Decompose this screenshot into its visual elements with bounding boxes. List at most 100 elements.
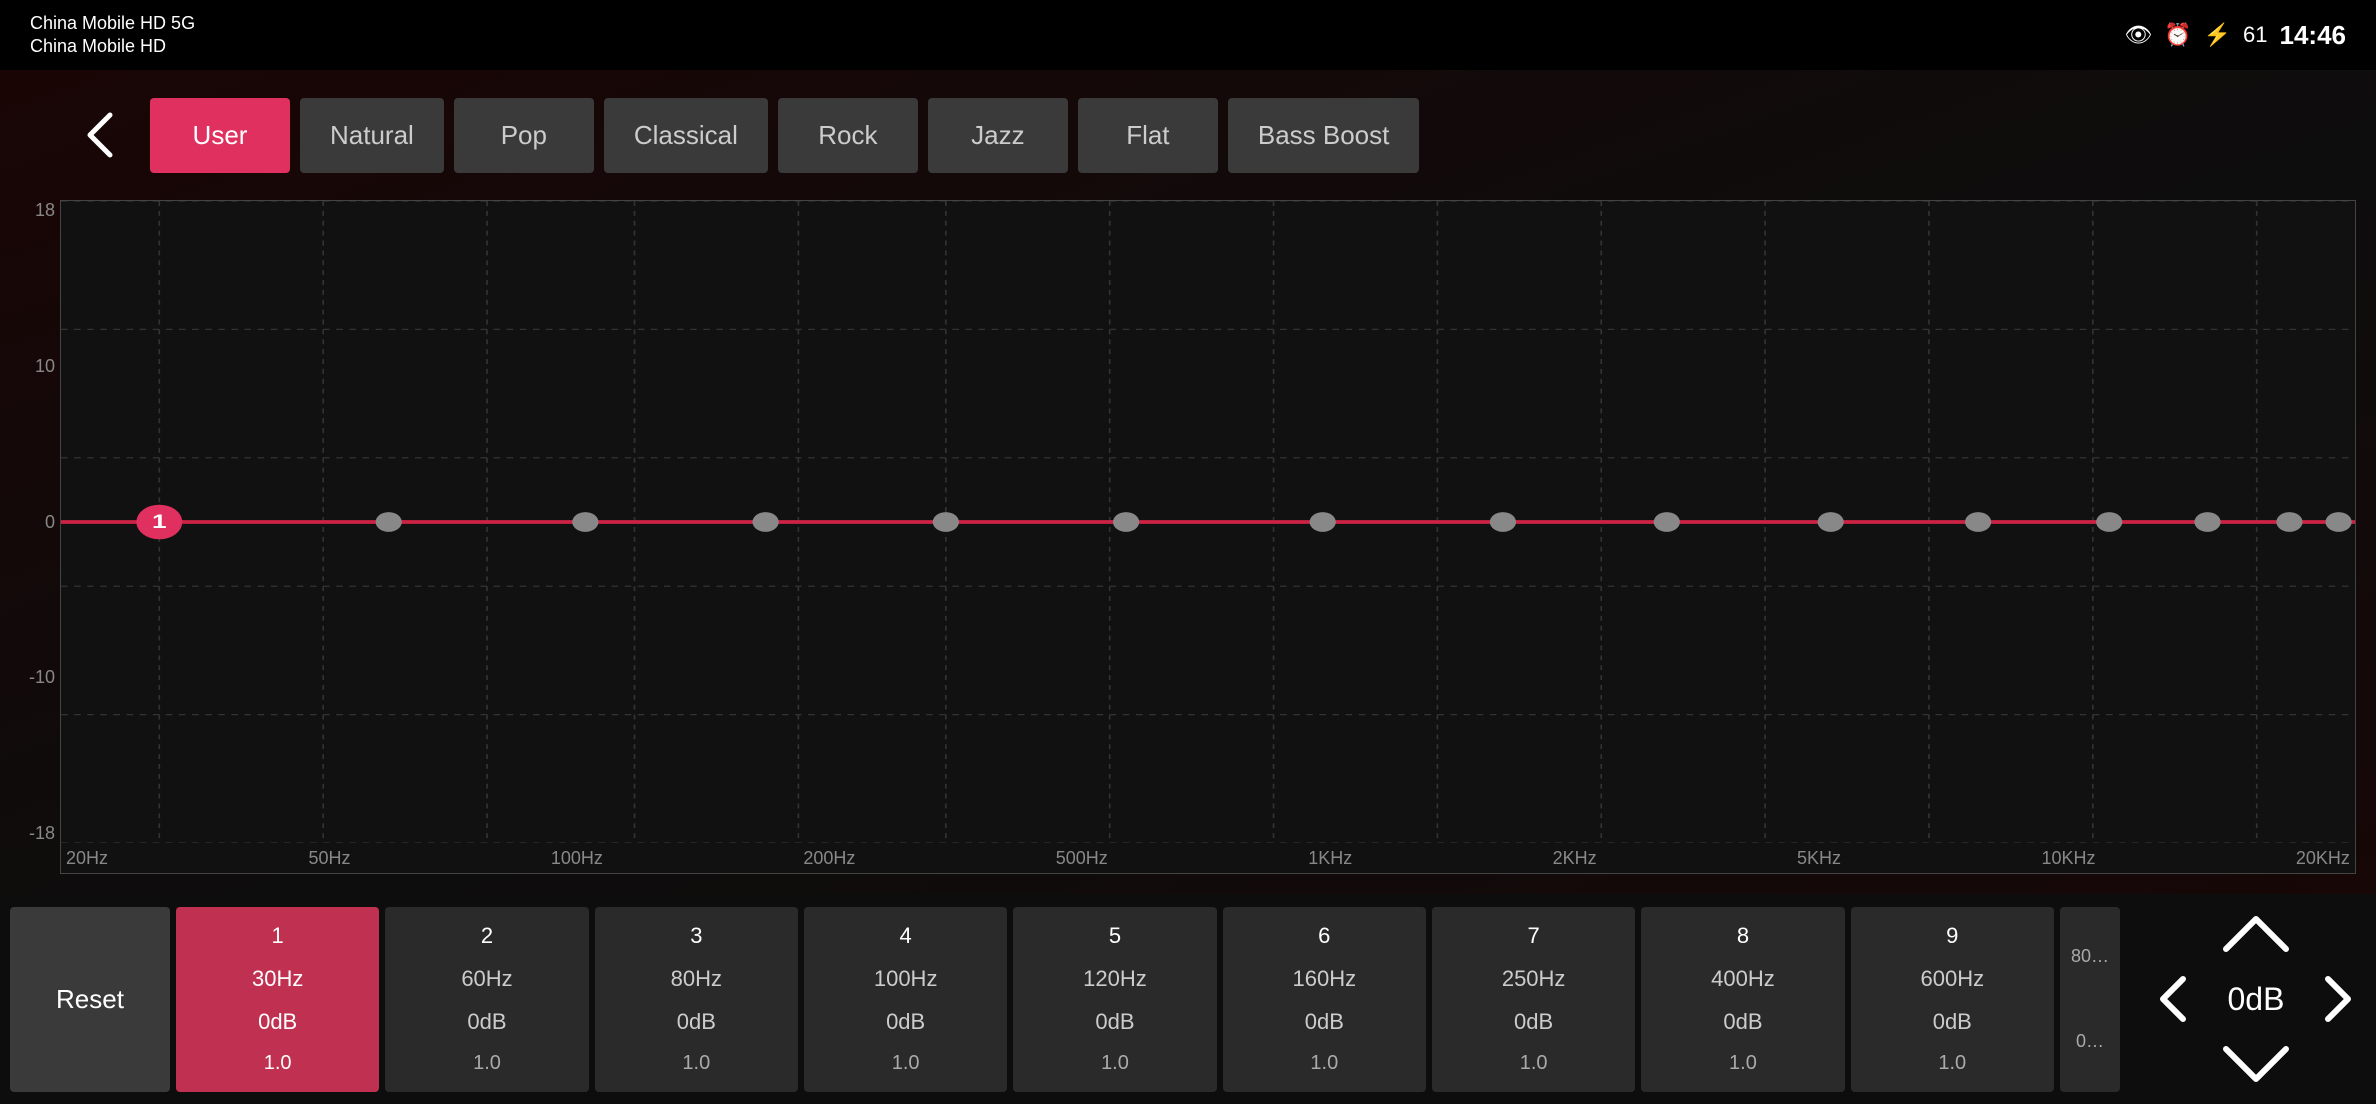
adj-middle-row: 0dB <box>2146 972 2366 1027</box>
y-label-18: 18 <box>10 200 55 221</box>
eye-icon: 👁 <box>2124 22 2152 48</box>
band-cell-8[interactable]: 8 400Hz 0dB 1.0 <box>1641 907 1844 1092</box>
y-label-0: 0 <box>10 512 55 533</box>
band-cell-7[interactable]: 7 250Hz 0dB 1.0 <box>1432 907 1635 1092</box>
x-label-500hz: 500Hz <box>1056 848 1108 869</box>
band-6-num: 6 <box>1318 923 1330 949</box>
preset-tab-natural[interactable]: Natural <box>300 98 444 173</box>
band-4-q: 1.0 <box>892 1052 920 1075</box>
eq-dot-12[interactable] <box>2096 512 2122 532</box>
preset-row: User Natural Pop Classical Rock Jazz Fla… <box>60 90 2356 180</box>
reset-button[interactable]: Reset <box>10 907 170 1092</box>
status-time: 14:46 <box>2280 20 2347 51</box>
band-6-freq: 160Hz <box>1293 966 1357 992</box>
band-2-q: 1.0 <box>473 1052 501 1075</box>
carrier1: China Mobile HD 5G <box>30 12 195 35</box>
x-label-20hz: 20Hz <box>66 848 108 869</box>
x-axis-labels: 20Hz 50Hz 100Hz 200Hz 500Hz 1KHz 2KHz 5K… <box>61 843 2355 873</box>
band-9-freq: 600Hz <box>1920 966 1984 992</box>
eq-dot-13[interactable] <box>2194 512 2220 532</box>
x-label-2khz: 2KHz <box>1553 848 1597 869</box>
eq-dot-7[interactable] <box>1310 512 1336 532</box>
y-label-n10: -10 <box>10 667 55 688</box>
eq-dot-5[interactable] <box>933 512 959 532</box>
preset-tab-jazz[interactable]: Jazz <box>928 98 1068 173</box>
band-4-num: 4 <box>900 923 912 949</box>
x-label-100hz: 100Hz <box>551 848 603 869</box>
eq-chart[interactable]: 1 20Hz 50Hz 100Hz 2 <box>60 200 2356 874</box>
y-label-10: 10 <box>10 356 55 377</box>
preset-tab-bassboost[interactable]: Bass Boost <box>1228 98 1420 173</box>
eq-dot-10[interactable] <box>1818 512 1844 532</box>
band-cell-4[interactable]: 4 100Hz 0dB 1.0 <box>804 907 1007 1092</box>
x-label-1khz: 1KHz <box>1308 848 1352 869</box>
eq-dot-2[interactable] <box>376 512 402 532</box>
band-5-q: 1.0 <box>1101 1052 1129 1075</box>
x-label-10khz: 10KHz <box>2041 848 2095 869</box>
eq-dot-3[interactable] <box>572 512 598 532</box>
back-button[interactable] <box>60 100 140 170</box>
band-8-db: 0dB <box>1723 1009 1762 1035</box>
preset-tab-pop[interactable]: Pop <box>454 98 594 173</box>
value-adjuster: 0dB <box>2146 907 2366 1092</box>
eq-dot-11[interactable] <box>1965 512 1991 532</box>
band-7-q: 1.0 <box>1520 1052 1548 1075</box>
status-right: 👁 ⏰ ⚡ 61 14:46 <box>2124 20 2346 51</box>
band-9-num: 9 <box>1946 923 1958 949</box>
band-1-q: 1.0 <box>264 1052 292 1075</box>
app-container: User Natural Pop Classical Rock Jazz Fla… <box>0 70 2376 1104</box>
x-label-5khz: 5KHz <box>1797 848 1841 869</box>
band-3-num: 3 <box>690 923 702 949</box>
band-1-freq: 30Hz <box>252 966 303 992</box>
band-3-db: 0dB <box>677 1009 716 1035</box>
carrier2: China Mobile HD <box>30 35 195 58</box>
eq-dot-8[interactable] <box>1490 512 1516 532</box>
adj-left-button[interactable] <box>2146 972 2201 1027</box>
band-7-db: 0dB <box>1514 1009 1553 1035</box>
band-cell-6[interactable]: 6 160Hz 0dB 1.0 <box>1223 907 1426 1092</box>
adj-down-button[interactable] <box>2206 1037 2306 1092</box>
adj-right-button[interactable] <box>2311 972 2366 1027</box>
band-cell-9[interactable]: 9 600Hz 0dB 1.0 <box>1851 907 2054 1092</box>
preset-tab-flat[interactable]: Flat <box>1078 98 1218 173</box>
eq-dot-9[interactable] <box>1654 512 1680 532</box>
band-3-freq: 80Hz <box>671 966 722 992</box>
band-controls: Reset 1 30Hz 0dB 1.0 2 60Hz 0dB 1.0 3 80… <box>0 894 2376 1104</box>
band-9-q: 1.0 <box>1938 1052 1966 1075</box>
band-2-freq: 60Hz <box>461 966 512 992</box>
y-label-n18: -18 <box>10 823 55 844</box>
band-8-freq: 400Hz <box>1711 966 1775 992</box>
band-5-num: 5 <box>1109 923 1121 949</box>
band-6-db: 0dB <box>1305 1009 1344 1035</box>
band-4-freq: 100Hz <box>874 966 938 992</box>
band-4-db: 0dB <box>886 1009 925 1035</box>
eq-dot-15[interactable] <box>2326 512 2352 532</box>
band-7-num: 7 <box>1528 923 1540 949</box>
band-2-num: 2 <box>481 923 493 949</box>
preset-tab-rock[interactable]: Rock <box>778 98 918 173</box>
eq-dot-14[interactable] <box>2276 512 2302 532</box>
band-8-q: 1.0 <box>1729 1052 1757 1075</box>
band-cell-10-partial[interactable]: 80… 0… <box>2060 907 2120 1092</box>
eq-dot-6[interactable] <box>1113 512 1139 532</box>
adj-up-button[interactable] <box>2206 907 2306 962</box>
eq-dot-4[interactable] <box>752 512 778 532</box>
band-7-freq: 250Hz <box>1502 966 1566 992</box>
band-10-db-partial: 0… <box>2076 1031 2104 1052</box>
band-1-num: 1 <box>272 923 284 949</box>
adj-current-value: 0dB <box>2216 981 2296 1018</box>
status-bar: China Mobile HD 5G China Mobile HD 👁 ⏰ ⚡… <box>0 0 2376 70</box>
band-8-num: 8 <box>1737 923 1749 949</box>
carrier-info: China Mobile HD 5G China Mobile HD <box>30 12 195 59</box>
preset-tab-user[interactable]: User <box>150 98 290 173</box>
band-2-db: 0dB <box>467 1009 506 1035</box>
band-cell-2[interactable]: 2 60Hz 0dB 1.0 <box>385 907 588 1092</box>
preset-tab-classical[interactable]: Classical <box>604 98 768 173</box>
bluetooth-icon: ⚡ <box>2204 22 2231 48</box>
band-cell-3[interactable]: 3 80Hz 0dB 1.0 <box>595 907 798 1092</box>
y-axis-labels: 18 10 0 -10 -18 <box>10 200 55 844</box>
band-cell-1[interactable]: 1 30Hz 0dB 1.0 <box>176 907 379 1092</box>
band-6-q: 1.0 <box>1310 1052 1338 1075</box>
band-1-db: 0dB <box>258 1009 297 1035</box>
band-cell-5[interactable]: 5 120Hz 0dB 1.0 <box>1013 907 1216 1092</box>
